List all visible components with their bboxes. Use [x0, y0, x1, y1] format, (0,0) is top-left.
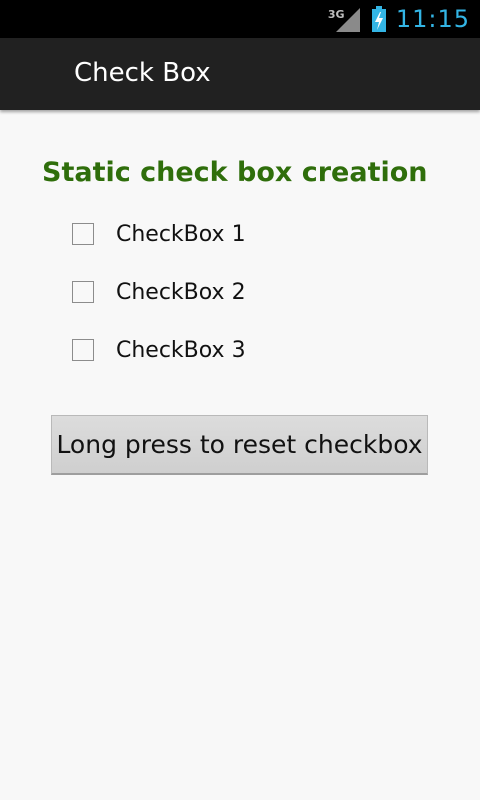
checkbox-label: CheckBox 1 — [116, 221, 246, 247]
signal-indicator: 3G — [328, 4, 362, 34]
checkbox-box[interactable] — [72, 223, 94, 245]
signal-icon — [335, 8, 360, 32]
app-title: Check Box — [74, 58, 211, 88]
checkbox-2[interactable]: CheckBox 2 — [72, 277, 246, 307]
checkbox-label: CheckBox 2 — [116, 279, 246, 305]
checkbox-box[interactable] — [72, 339, 94, 361]
section-title: Static check box creation — [42, 157, 428, 188]
battery-charging-icon — [371, 6, 386, 32]
checkbox-label: CheckBox 3 — [116, 337, 246, 363]
checkbox-box[interactable] — [72, 281, 94, 303]
action-bar: Check Box — [0, 38, 480, 110]
status-bar: 3G 11:15 — [0, 0, 480, 38]
reset-checkbox-button[interactable]: Long press to reset checkbox — [51, 415, 428, 475]
clock: 11:15 — [395, 5, 470, 33]
checkbox-1[interactable]: CheckBox 1 — [72, 219, 246, 249]
checkbox-3[interactable]: CheckBox 3 — [72, 335, 246, 365]
status-icons: 3G 11:15 — [328, 0, 470, 38]
